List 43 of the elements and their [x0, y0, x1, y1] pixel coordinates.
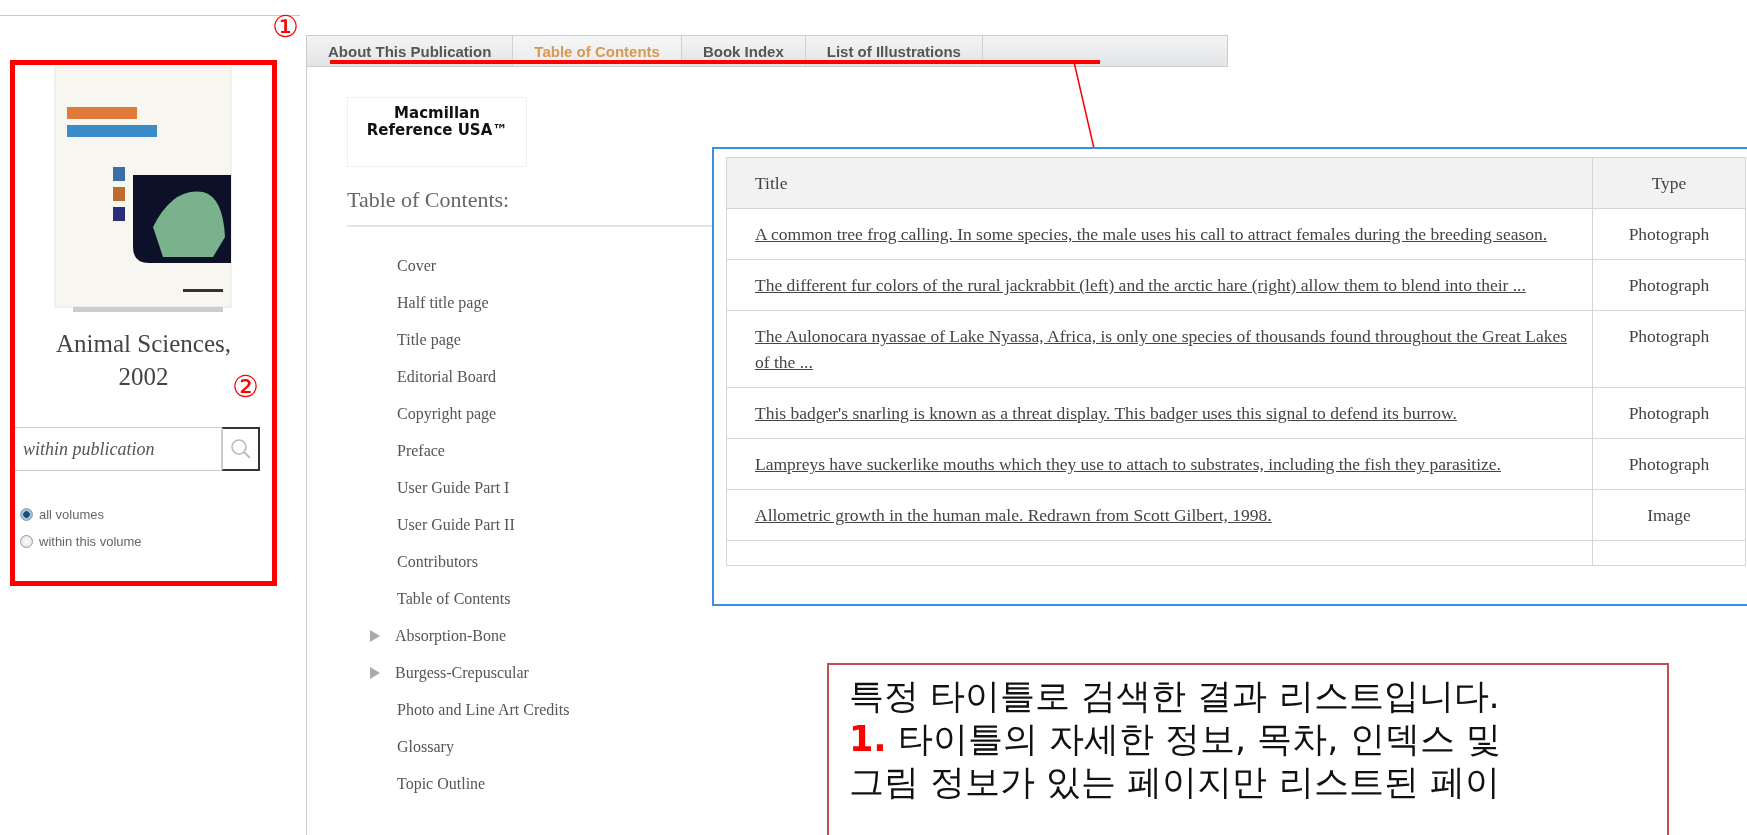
illustration-link[interactable]: A common tree frog calling. In some species, the male uses his call to attract females during the breeding season. — [755, 221, 1576, 247]
radio-button[interactable] — [20, 535, 33, 548]
book-title: Animal Sciences, 2002 — [55, 329, 232, 392]
toc-item[interactable]: Preface — [397, 441, 445, 460]
toc-item[interactable]: Absorption-Bone — [395, 626, 507, 645]
search-field[interactable]: within publication — [15, 427, 222, 471]
toc-item[interactable]: Table of Contents — [397, 589, 511, 608]
toc-item[interactable]: Half title page — [397, 293, 489, 312]
toc-item[interactable]: Title page — [397, 330, 461, 349]
table-cell: Image — [1592, 489, 1746, 541]
table-cell: Photograph — [1592, 208, 1746, 260]
toc-item[interactable]: User Guide Part I — [397, 478, 510, 497]
search-icon — [229, 438, 252, 460]
toc-item[interactable]: Cover — [397, 256, 437, 275]
table-cell: Photograph — [1592, 310, 1746, 388]
callout-text: 특정 타이틀로 검색한 결과 리스트입니다. 1. 타이틀의 자세한 정보, 목차, 인덱스 및 그림 정보가 있는 페이지만 리스트된 페이 — [849, 675, 1502, 804]
radio-label: all volumes — [39, 507, 105, 522]
table-cell: Photograph — [1592, 259, 1746, 311]
column-header: Type — [1592, 157, 1746, 209]
expand-triangle-icon[interactable] — [369, 629, 381, 642]
toc-item[interactable]: User Guide Part II — [397, 515, 515, 534]
toc-item[interactable]: Copyright page — [397, 404, 497, 423]
table-cell: Photograph — [1592, 387, 1746, 439]
illustration-link[interactable]: Lampreys have suckerlike mouths which they use to attach to substrates, including the fish they parasitize. — [755, 451, 1576, 477]
toc-item[interactable]: Burgess-Crepuscular — [395, 663, 529, 682]
toc-item[interactable]: Editorial Board — [397, 367, 497, 386]
illustration-link[interactable]: The Aulonocara nyassae of Lake Nyassa, Africa, is only one species of thousands found throughout the Great Lakes of the ... — [755, 323, 1576, 375]
publisher-logo: Macmillan Reference USA™ — [347, 97, 527, 167]
table-cell: Photograph — [1592, 438, 1746, 490]
illustration-link[interactable]: This badger's snarling is known as a threat display. This badger uses this signal to defend its burrow. — [755, 400, 1576, 426]
toc-item[interactable]: Photo and Line Art Credits — [397, 700, 570, 719]
step-marker: ② — [232, 372, 259, 402]
radio-label: within this volume — [39, 534, 142, 549]
column-header: Title — [726, 157, 1593, 209]
search-button[interactable] — [222, 427, 260, 471]
illustration-link[interactable]: Allometric growth in the human male. Redrawn from Scott Gilbert, 1998. — [755, 502, 1576, 528]
toc-item[interactable]: Topic Outline — [397, 774, 486, 793]
step-marker: ① — [272, 12, 299, 42]
illustration-link[interactable]: The different fur colors of the rural jackrabbit (left) and the arctic hare (right) allow them to blend into their ... — [755, 272, 1576, 298]
toc-item[interactable]: Glossary — [397, 737, 454, 756]
toc-item[interactable]: Contributors — [397, 552, 478, 571]
radio-button[interactable] — [20, 508, 33, 521]
expand-triangle-icon[interactable] — [369, 666, 381, 679]
